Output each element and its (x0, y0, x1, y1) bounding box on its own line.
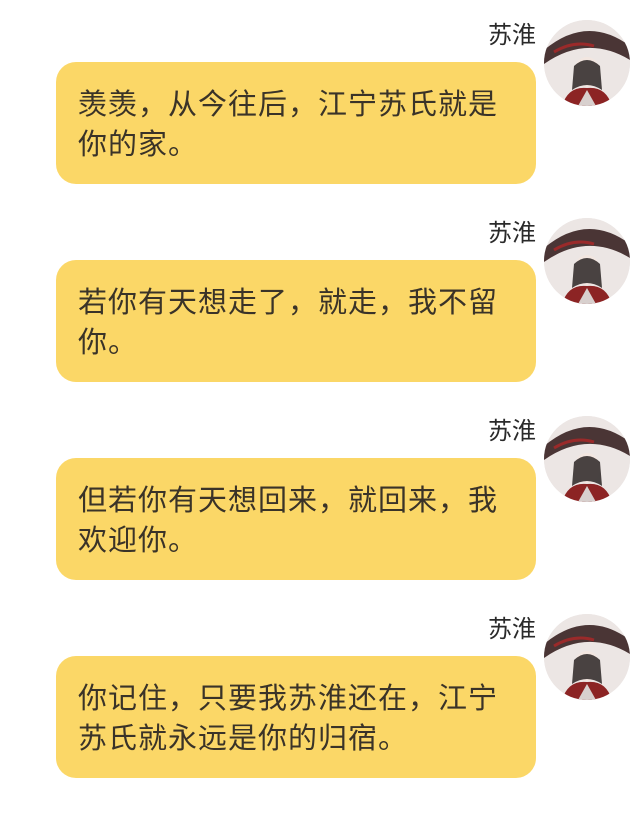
message-bubble[interactable]: 但若你有天想回来，就回来，我欢迎你。 (56, 458, 536, 580)
message-bubble[interactable]: 羡羡，从今往后，江宁苏氏就是你的家。 (56, 62, 536, 184)
sender-name: 苏淮 (488, 417, 536, 445)
message-bubble[interactable]: 若你有天想走了，就走，我不留你。 (56, 260, 536, 382)
message-bubble[interactable]: 你记住，只要我苏淮还在，江宁苏氏就永远是你的归宿。 (56, 656, 536, 778)
sender-name: 苏淮 (488, 219, 536, 247)
chat-window: 苏淮 羡羡，从今往后，江宁苏氏就是你的家。 苏淮 若你有天想走了，就走，我不留你… (0, 0, 640, 818)
sender-name: 苏淮 (488, 615, 536, 643)
user-avatar-icon[interactable] (544, 614, 630, 700)
user-avatar-icon[interactable] (544, 416, 630, 502)
chat-message: 苏淮 你记住，只要我苏淮还在，江宁苏氏就永远是你的归宿。 (0, 612, 640, 818)
sender-name: 苏淮 (488, 21, 536, 49)
user-avatar-icon[interactable] (544, 218, 630, 304)
chat-message: 苏淮 但若你有天想回来，就回来，我欢迎你。 (0, 414, 640, 594)
chat-message: 苏淮 若你有天想走了，就走，我不留你。 (0, 216, 640, 396)
user-avatar-icon[interactable] (544, 20, 630, 106)
chat-message: 苏淮 羡羡，从今往后，江宁苏氏就是你的家。 (0, 18, 640, 198)
